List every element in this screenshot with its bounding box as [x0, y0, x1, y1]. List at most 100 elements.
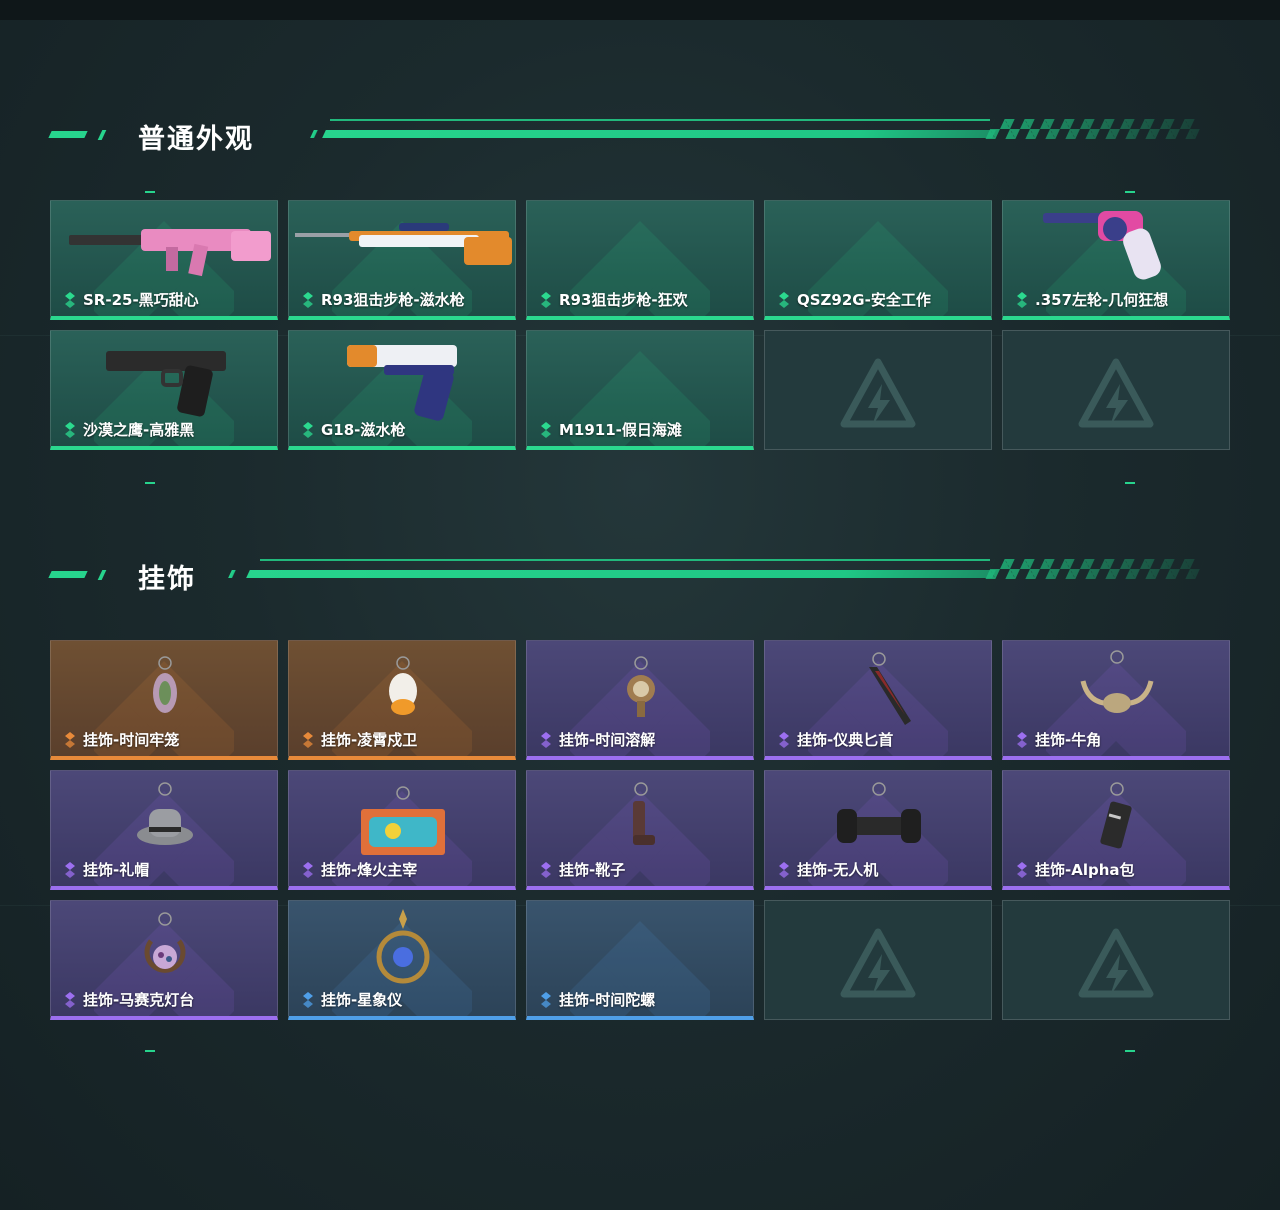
item-name: 挂饰-凌霄戍卫 — [321, 731, 418, 749]
rarity-diamond-icon — [65, 861, 75, 878]
section-title: 挂饰 — [138, 564, 196, 595]
header-accent — [97, 570, 107, 580]
item-name: 挂饰-时间溶解 — [559, 731, 656, 749]
item-label-row: 挂饰-仪典匕首 — [777, 729, 893, 750]
item-label-row: 挂饰-无人机 — [777, 859, 878, 880]
item-card[interactable]: 挂饰-马赛克灯台 — [50, 900, 278, 1020]
item-card[interactable]: SR-25-黑巧甜心 — [50, 200, 278, 320]
corner-tick — [145, 482, 155, 484]
item-name: 挂饰-时间牢笼 — [83, 731, 180, 749]
rarity-diamond-icon — [65, 421, 75, 438]
item-card[interactable]: R93狙击步枪-滋水枪 — [288, 200, 516, 320]
header-accent — [48, 571, 88, 578]
rifle-pink-icon — [69, 229, 271, 277]
item-name: 挂饰-马赛克灯台 — [83, 991, 195, 1009]
charm-horns-icon — [1080, 650, 1154, 713]
rarity-diamond-icon — [303, 991, 313, 1008]
item-label-row: 挂饰-礼帽 — [63, 859, 149, 880]
item-name: 挂饰-星象仪 — [321, 991, 403, 1009]
item-card[interactable]: 挂饰-Alpha包 — [1002, 770, 1230, 890]
charm-container-icon — [361, 786, 445, 855]
empty-slot — [1002, 330, 1230, 450]
header-accent — [97, 130, 107, 140]
item-card[interactable]: 挂饰-时间牢笼 — [50, 640, 278, 760]
item-card[interactable]: R93狙击步枪-狂欢 — [526, 200, 754, 320]
item-name: SR-25-黑巧甜心 — [83, 291, 199, 309]
corner-tick — [145, 1050, 155, 1052]
item-name: 挂饰-时间陀螺 — [559, 991, 656, 1009]
rarity-diamond-icon — [541, 991, 551, 1008]
item-label-row: 挂饰-马赛克灯台 — [63, 989, 194, 1010]
item-name: R93狙击步枪-狂欢 — [559, 291, 688, 309]
header-accent — [48, 131, 88, 138]
section-header-appearance: 普通外观 — [0, 119, 1280, 163]
corner-tick — [1125, 1050, 1135, 1052]
header-thin-line — [330, 119, 990, 121]
item-name: 挂饰-礼帽 — [83, 861, 150, 879]
item-card[interactable]: 挂饰-牛角 — [1002, 640, 1230, 760]
item-card[interactable]: 挂饰-星象仪 — [288, 900, 516, 1020]
item-name: M1911-假日海滩 — [559, 421, 682, 439]
item-label-row: 沙漠之鹰-高雅黑 — [63, 419, 194, 440]
item-label-row: 挂饰-烽火主宰 — [301, 859, 417, 880]
item-name: 挂饰-牛角 — [1035, 731, 1102, 749]
charm-bag-icon — [1100, 782, 1132, 849]
item-label-row: 挂饰-时间陀螺 — [539, 989, 655, 1010]
item-card[interactable]: 挂饰-礼帽 — [50, 770, 278, 890]
charm-dagger-icon — [869, 652, 911, 725]
header-accent — [310, 130, 318, 138]
item-name: 沙漠之鹰-高雅黑 — [83, 421, 195, 439]
corner-tick — [145, 191, 155, 193]
item-label-row: 挂饰-时间溶解 — [539, 729, 655, 750]
header-accent — [228, 570, 236, 578]
corner-tick — [1125, 191, 1135, 193]
rarity-diamond-icon — [541, 731, 551, 748]
rarity-diamond-icon — [541, 421, 551, 438]
item-label-row: 挂饰-Alpha包 — [1015, 859, 1135, 880]
header-thin-line — [260, 559, 990, 561]
charm-clock-icon — [627, 656, 655, 717]
rarity-diamond-icon — [65, 731, 75, 748]
item-label-row: 挂饰-时间牢笼 — [63, 729, 179, 750]
rarity-diamond-icon — [541, 291, 551, 308]
item-card[interactable]: 挂饰-凌霄戍卫 — [288, 640, 516, 760]
item-card[interactable]: 沙漠之鹰-高雅黑 — [50, 330, 278, 450]
item-card[interactable]: QSZ92G-安全工作 — [764, 200, 992, 320]
charm-eagle-icon — [389, 656, 417, 715]
item-name: 挂饰-烽火主宰 — [321, 861, 418, 879]
pistol-icon — [347, 345, 457, 421]
item-card[interactable]: 挂饰-仪典匕首 — [764, 640, 992, 760]
item-name: 挂饰-Alpha包 — [1035, 861, 1135, 879]
item-name: 挂饰-靴子 — [559, 861, 626, 879]
item-label-row: .357左轮-几何狂想 — [1015, 289, 1168, 310]
corner-tick — [1125, 482, 1135, 484]
item-label-row: QSZ92G-安全工作 — [777, 289, 931, 310]
item-label-row: G18-滋水枪 — [301, 419, 405, 440]
top-band — [0, 0, 1280, 20]
empty-slot-logo-icon — [1078, 358, 1154, 428]
header-checker-pattern — [985, 119, 1205, 139]
header-checker-pattern — [985, 559, 1205, 579]
desert-eagle-icon — [106, 351, 226, 417]
charm-drone-icon — [837, 782, 921, 843]
item-card[interactable]: M1911-假日海滩 — [526, 330, 754, 450]
item-card[interactable]: 挂饰-时间溶解 — [526, 640, 754, 760]
rarity-diamond-icon — [541, 861, 551, 878]
item-card[interactable]: .357左轮-几何狂想 — [1002, 200, 1230, 320]
empty-slot-logo-icon — [840, 358, 916, 428]
charm-astrolabe-icon — [376, 909, 430, 984]
item-card[interactable]: G18-滋水枪 — [288, 330, 516, 450]
item-card[interactable]: 挂饰-烽火主宰 — [288, 770, 516, 890]
item-card[interactable]: 挂饰-靴子 — [526, 770, 754, 890]
appearance-grid: SR-25-黑巧甜心 R93狙击步枪-滋水枪 R93狙击步枪-狂欢 QSZ92G-安全… — [50, 200, 1230, 450]
rarity-diamond-icon — [1017, 291, 1027, 308]
section-header-charms: 挂饰 — [0, 559, 1280, 603]
charm-boot-icon — [633, 782, 655, 845]
sniper-rifle-icon — [295, 223, 512, 265]
rarity-diamond-icon — [65, 291, 75, 308]
charm-cage-icon — [153, 656, 177, 713]
rarity-diamond-icon — [779, 861, 789, 878]
item-card[interactable]: 挂饰-无人机 — [764, 770, 992, 890]
empty-slot — [1002, 900, 1230, 1020]
item-card[interactable]: 挂饰-时间陀螺 — [526, 900, 754, 1020]
